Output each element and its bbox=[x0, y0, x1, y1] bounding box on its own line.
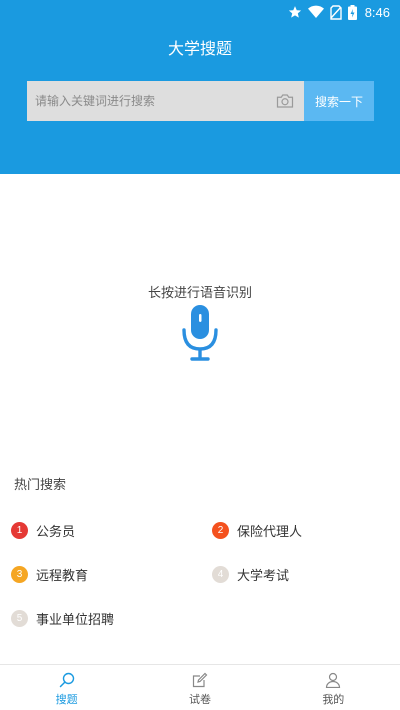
rank-badge: 5 bbox=[11, 609, 28, 627]
voice-hint: 长按进行语音识别 bbox=[147, 286, 252, 301]
status-time: 8:46 bbox=[364, 4, 390, 20]
no-sim-icon bbox=[329, 4, 342, 20]
rank-badge: 1 bbox=[11, 521, 28, 539]
hot-item-label: 远程教育 bbox=[36, 568, 89, 584]
tab-papers[interactable]: 试卷 bbox=[133, 665, 266, 710]
tab-search[interactable]: 搜题 bbox=[0, 665, 133, 710]
rank-badge: 3 bbox=[11, 565, 28, 583]
hot-item-label: 事业单位招聘 bbox=[36, 612, 115, 628]
rank-badge: 4 bbox=[212, 565, 229, 583]
camera-icon[interactable] bbox=[276, 93, 294, 109]
hot-item-4[interactable]: 4 大学考试 bbox=[212, 561, 289, 587]
wifi-icon bbox=[307, 5, 324, 19]
hot-item-1[interactable]: 1 公务员 bbox=[11, 517, 75, 543]
microphone-icon[interactable] bbox=[182, 305, 218, 361]
hot-item-label: 大学考试 bbox=[237, 568, 290, 584]
tab-label: 试卷 bbox=[188, 693, 211, 706]
hot-item-label: 保险代理人 bbox=[237, 524, 303, 540]
header: 8:46 大学搜题 搜索一下 bbox=[0, 0, 400, 174]
hot-item-5[interactable]: 5 事业单位招聘 bbox=[11, 605, 114, 631]
search-button[interactable]: 搜索一下 bbox=[304, 81, 374, 121]
hot-search-title: 热门搜索 bbox=[14, 478, 67, 493]
person-icon bbox=[326, 672, 341, 688]
search-bar: 搜索一下 bbox=[27, 81, 374, 121]
status-bar: 8:46 bbox=[0, 0, 400, 24]
tab-label: 搜题 bbox=[55, 693, 78, 706]
search-icon bbox=[59, 672, 74, 688]
search-box bbox=[27, 81, 304, 121]
search-input[interactable] bbox=[35, 81, 265, 121]
bottom-tab-bar: 搜题 试卷 我的 bbox=[0, 664, 400, 710]
rank-badge: 2 bbox=[212, 521, 229, 539]
hot-item-3[interactable]: 3 远程教育 bbox=[11, 561, 88, 587]
edit-icon bbox=[192, 672, 208, 688]
tab-mine[interactable]: 我的 bbox=[267, 665, 400, 710]
tab-label: 我的 bbox=[322, 693, 345, 706]
hot-item-2[interactable]: 2 保险代理人 bbox=[212, 517, 302, 543]
star-icon bbox=[288, 6, 301, 18]
page-title: 大学搜题 bbox=[167, 39, 232, 58]
battery-icon bbox=[347, 4, 357, 20]
hot-item-label: 公务员 bbox=[36, 524, 76, 540]
